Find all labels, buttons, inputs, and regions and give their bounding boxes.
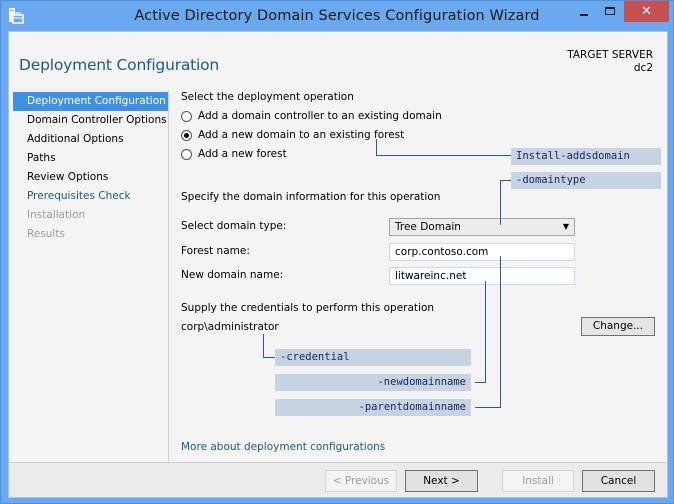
- radio-add-new-forest[interactable]: Add a new forest: [181, 148, 287, 160]
- connector-line: [376, 139, 377, 156]
- new-domain-name-input[interactable]: litwareinc.net: [389, 267, 575, 285]
- target-server-value: dc2: [633, 62, 653, 74]
- callout-newdomainname: -newdomainname: [275, 374, 471, 391]
- wizard-steps-sidebar: Deployment Configuration Domain Controll…: [13, 90, 169, 468]
- wizard-footer: < Previous Next > Install Cancel: [9, 462, 667, 497]
- minimize-button[interactable]: [571, 1, 597, 22]
- minimize-icon: [580, 13, 588, 16]
- close-button[interactable]: ✕: [624, 1, 669, 22]
- callout-credential: -credential: [275, 349, 471, 366]
- previous-button[interactable]: < Previous: [325, 470, 397, 492]
- sidebar-item-additional-options[interactable]: Additional Options: [13, 130, 168, 149]
- radio-label: Add a new domain to an existing forest: [198, 129, 405, 141]
- page-title: Deployment Configuration: [19, 56, 220, 74]
- maximize-button[interactable]: [597, 1, 623, 22]
- maximize-icon: [605, 6, 615, 15]
- connector-line: [475, 382, 486, 383]
- connector-line: [500, 180, 501, 225]
- sidebar-item-installation: Installation: [27, 209, 86, 221]
- domain-type-label: Select domain type:: [181, 220, 287, 232]
- sidebar-item-prerequisites-check[interactable]: Prerequisites Check: [13, 187, 168, 206]
- change-credentials-button[interactable]: Change...: [581, 317, 655, 336]
- cancel-button[interactable]: Cancel: [582, 470, 655, 492]
- connector-line: [475, 407, 501, 408]
- operation-heading: Select the deployment operation: [181, 91, 354, 103]
- target-server: TARGET SERVER dc2: [567, 49, 653, 75]
- wizard-client-area: Deployment Configuration TARGET SERVER d…: [8, 31, 668, 498]
- domain-info-heading: Specify the domain information for this …: [181, 191, 441, 203]
- radio-label: Add a new forest: [198, 148, 287, 160]
- callout-domaintype: -domaintype: [511, 172, 661, 189]
- forest-name-input[interactable]: corp.contoso.com: [389, 243, 575, 261]
- radio-add-dc-existing-domain[interactable]: Add a domain controller to an existing d…: [181, 110, 442, 122]
- forest-name-label: Forest name:: [181, 245, 250, 257]
- sidebar-item-paths[interactable]: Paths: [13, 149, 168, 168]
- title-bar[interactable]: Active Directory Domain Services Configu…: [1, 1, 673, 31]
- connector-line: [500, 180, 511, 181]
- connector-line: [376, 155, 511, 156]
- connector-line: [263, 357, 275, 358]
- sidebar-item-domain-controller-options[interactable]: Domain Controller Options: [13, 111, 168, 130]
- next-button[interactable]: Next >: [405, 470, 478, 492]
- domain-type-value: Tree Domain: [395, 221, 461, 233]
- domain-type-select[interactable]: Tree Domain ▼: [389, 218, 575, 236]
- dropdown-arrow-icon: ▼: [562, 222, 569, 231]
- sidebar-item-deployment-configuration[interactable]: Deployment Configuration: [13, 92, 168, 111]
- callout-install-addsdomain: Install-addsdomain: [511, 148, 661, 165]
- new-domain-name-label: New domain name:: [181, 269, 284, 281]
- target-server-label: TARGET SERVER: [567, 49, 653, 61]
- close-icon: ✕: [641, 4, 652, 19]
- connector-line: [263, 334, 264, 358]
- install-button[interactable]: Install: [502, 470, 574, 492]
- connector-line: [485, 281, 486, 382]
- credentials-value: corp\administrator: [181, 321, 279, 333]
- radio-add-new-domain-existing-forest[interactable]: Add a new domain to an existing forest: [181, 129, 404, 141]
- radio-button[interactable]: [181, 110, 192, 122]
- connector-line: [500, 256, 501, 408]
- radio-button[interactable]: [181, 148, 192, 160]
- radio-button-selected[interactable]: [181, 129, 192, 141]
- more-about-deployment-link[interactable]: More about deployment configurations: [181, 441, 385, 453]
- callout-parentdomainname: -parentdomainname: [275, 399, 471, 416]
- radio-label: Add a domain controller to an existing d…: [198, 110, 442, 122]
- sidebar-item-review-options[interactable]: Review Options: [13, 168, 168, 187]
- sidebar-item-results: Results: [27, 228, 65, 240]
- credentials-heading: Supply the credentials to perform this o…: [181, 302, 435, 314]
- wizard-window: Active Directory Domain Services Configu…: [0, 0, 674, 504]
